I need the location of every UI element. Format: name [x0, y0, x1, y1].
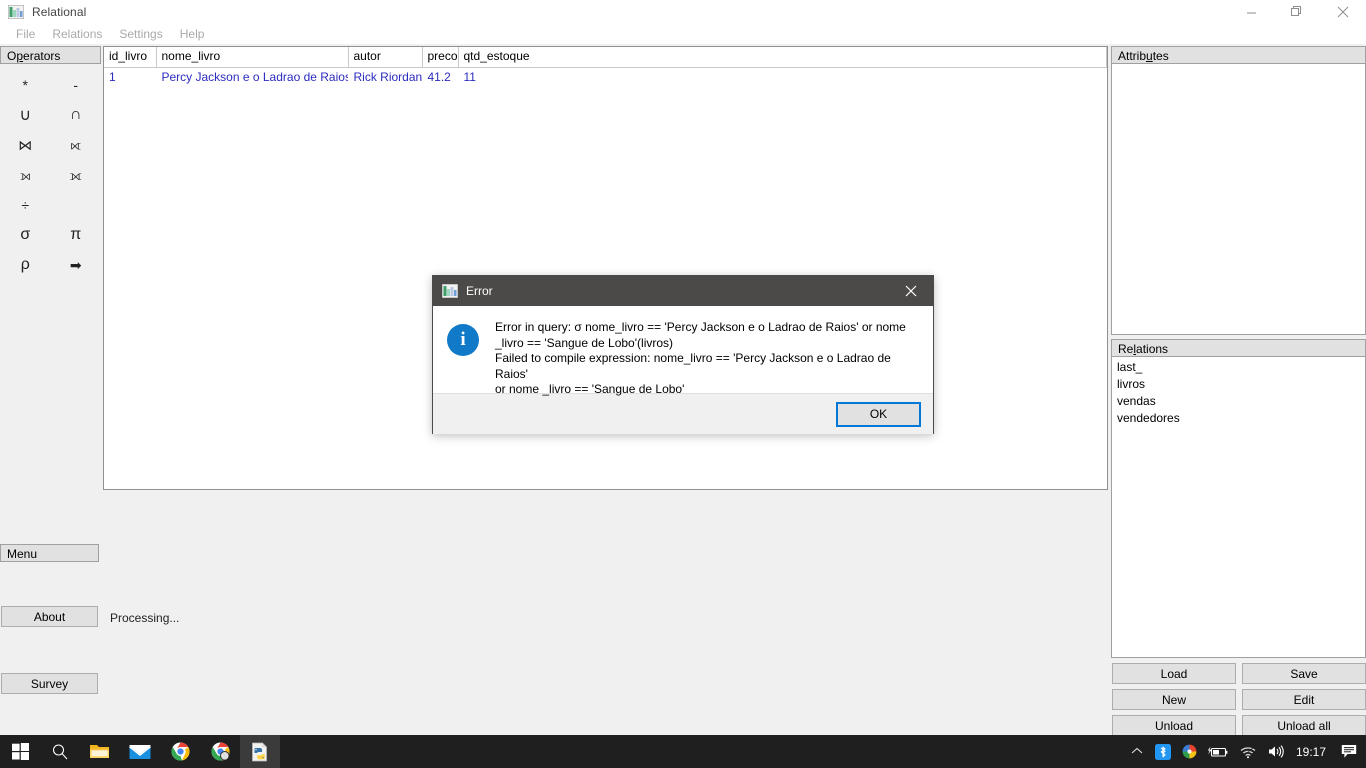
- operator-full-outer-join[interactable]: ⟗: [51, 160, 102, 190]
- attributes-header-label: Attributes: [1118, 49, 1169, 63]
- chrome-button[interactable]: [160, 735, 200, 768]
- unload-all-button[interactable]: Unload all: [1242, 715, 1366, 736]
- taskbar: 19:17: [0, 735, 1366, 768]
- relations-panel: Relations last_ livros vendas vendedores: [1111, 339, 1366, 659]
- menu-settings[interactable]: Settings: [111, 25, 171, 43]
- color-wheel-icon[interactable]: [1177, 735, 1202, 768]
- operator-arrow[interactable]: ➡: [51, 250, 102, 280]
- close-button[interactable]: [1320, 0, 1366, 24]
- info-icon: i: [447, 324, 479, 356]
- operator-projection[interactable]: π: [51, 220, 102, 250]
- operators-header-label: Operators: [7, 49, 61, 63]
- operator-union[interactable]: ∪: [0, 100, 51, 130]
- window-titlebar: Relational: [0, 0, 1366, 24]
- column-header-id-livro[interactable]: id_livro: [104, 47, 157, 68]
- relation-action-buttons: Load Save New Edit Unload Unload all: [1112, 663, 1366, 736]
- attributes-header: Attributes: [1111, 46, 1366, 64]
- start-button[interactable]: [0, 735, 40, 768]
- restore-button[interactable]: [1274, 0, 1320, 24]
- survey-button[interactable]: Survey: [1, 673, 98, 694]
- operators-grid: * - ∪ ∩ ⋈ ⟖ ⟕ ⟗ ÷ σ π ρ ➡: [0, 70, 101, 280]
- error-dialog: Error i Error in query: σ nome_livro == …: [432, 275, 934, 434]
- result-table: id_livro nome_livro autor preco qtd_esto…: [104, 47, 1107, 87]
- table-row[interactable]: 1 Percy Jackson e o Ladrao de Raios Rick…: [104, 67, 1107, 87]
- operator-division[interactable]: ÷: [0, 190, 51, 220]
- dialog-body: i Error in query: σ nome_livro == 'Percy…: [433, 306, 933, 396]
- column-header-preco[interactable]: preco: [422, 47, 459, 68]
- minimize-button[interactable]: [1228, 0, 1274, 24]
- status-text: Processing...: [110, 611, 180, 625]
- operator-left-outer-join[interactable]: ⟕: [0, 160, 51, 190]
- relations-header-label: Relations: [1118, 342, 1169, 356]
- system-tray: 19:17: [1125, 735, 1366, 768]
- operator-natural-join[interactable]: ⋈: [0, 130, 51, 160]
- list-item[interactable]: vendas: [1112, 393, 1365, 410]
- column-header-qtd-estoque[interactable]: qtd_estoque: [458, 47, 1107, 68]
- column-header-autor[interactable]: autor: [348, 47, 423, 68]
- operators-panel: Operators * - ∪ ∩ ⋈ ⟖ ⟕ ⟗ ÷ σ π ρ ➡: [0, 46, 101, 276]
- operator-rename[interactable]: ρ: [0, 250, 51, 280]
- list-item[interactable]: livros: [1112, 376, 1365, 393]
- dialog-footer: OK: [433, 393, 933, 434]
- menu-relations[interactable]: Relations: [44, 25, 111, 43]
- battery-charging-icon[interactable]: [1202, 735, 1234, 768]
- edit-button[interactable]: Edit: [1242, 689, 1366, 710]
- menubar: File Relations Settings Help: [0, 24, 1366, 44]
- window-controls: [1228, 0, 1366, 24]
- dialog-message: Error in query: σ nome_livro == 'Percy J…: [495, 320, 906, 396]
- about-button[interactable]: About: [1, 606, 98, 627]
- menu-help[interactable]: Help: [172, 25, 214, 43]
- desktop: Relational File Relations Settings Help …: [0, 0, 1366, 768]
- file-explorer-button[interactable]: [80, 735, 120, 768]
- menu-header: Menu: [0, 544, 99, 562]
- table-header-row: id_livro nome_livro autor preco qtd_esto…: [104, 47, 1107, 68]
- relational-app-button[interactable]: [240, 735, 280, 768]
- attributes-panel: Attributes: [1111, 46, 1366, 336]
- search-button[interactable]: [40, 735, 80, 768]
- menu-file[interactable]: File: [8, 25, 44, 43]
- cell-preco: 41.2: [427, 69, 451, 84]
- cell-qtd-estoque: 11: [463, 69, 476, 84]
- new-button[interactable]: New: [1112, 689, 1236, 710]
- dialog-title: Error: [466, 284, 493, 298]
- cell-nome-livro: Percy Jackson e o Ladrao de Raios: [161, 69, 348, 84]
- notification-icon[interactable]: [1336, 735, 1362, 768]
- operator-selection[interactable]: σ: [0, 220, 51, 250]
- menu-panel: Menu: [0, 544, 99, 562]
- wifi-icon[interactable]: [1234, 735, 1262, 768]
- cell-autor: Rick Riordan: [353, 69, 422, 84]
- column-header-nome-livro[interactable]: nome_livro: [156, 47, 349, 68]
- relations-list[interactable]: last_ livros vendas vendedores: [1111, 357, 1366, 658]
- chart-bars-icon: [7, 4, 25, 20]
- ok-button[interactable]: OK: [836, 401, 921, 427]
- cell-id-livro: 1: [109, 69, 116, 84]
- operator-intersection[interactable]: ∩: [51, 100, 102, 130]
- save-button[interactable]: Save: [1242, 663, 1366, 684]
- dialog-close-button[interactable]: [889, 276, 933, 306]
- dialog-titlebar: Error: [433, 276, 933, 306]
- chrome-second-button[interactable]: [200, 735, 240, 768]
- load-button[interactable]: Load: [1112, 663, 1236, 684]
- list-item[interactable]: vendedores: [1112, 410, 1365, 427]
- speaker-icon[interactable]: [1262, 735, 1290, 768]
- window-title: Relational: [32, 5, 87, 19]
- attributes-list[interactable]: [1111, 64, 1366, 335]
- bluetooth-icon[interactable]: [1149, 735, 1177, 768]
- relations-header: Relations: [1111, 339, 1366, 357]
- chevron-up-icon[interactable]: [1125, 735, 1149, 768]
- operator-cartesian-product[interactable]: *: [0, 70, 51, 100]
- operator-right-outer-join[interactable]: ⟖: [51, 130, 102, 160]
- operator-difference[interactable]: -: [51, 70, 102, 100]
- operator-blank: [51, 190, 102, 220]
- list-item[interactable]: last_: [1112, 359, 1365, 376]
- mail-button[interactable]: [120, 735, 160, 768]
- clock[interactable]: 19:17: [1290, 745, 1336, 759]
- operators-header: Operators: [0, 46, 101, 64]
- chart-bars-icon: [441, 283, 459, 299]
- unload-button[interactable]: Unload: [1112, 715, 1236, 736]
